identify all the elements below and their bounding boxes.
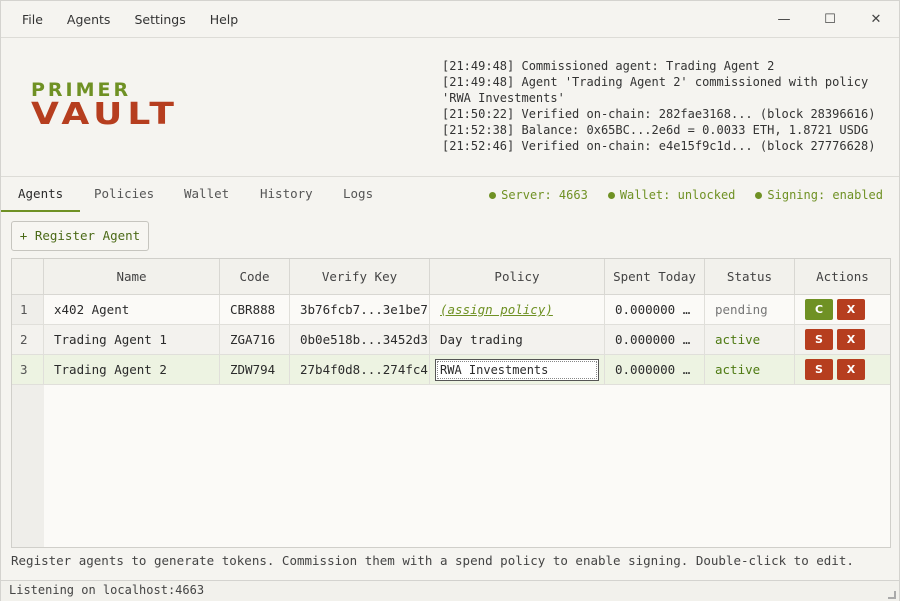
app-window: File Agents Settings Help — ☐ ✕ PRIMER V… bbox=[0, 0, 900, 601]
tab-history[interactable]: History bbox=[243, 178, 330, 212]
status-bar-text: Listening on localhost:4663 bbox=[9, 583, 205, 597]
log-line: 'RWA Investments' bbox=[442, 91, 565, 105]
signing-status-text: Signing: enabled bbox=[767, 188, 883, 202]
actions-cell: SX bbox=[795, 325, 890, 355]
tab-agents[interactable]: Agents bbox=[1, 178, 81, 212]
policy-cell[interactable]: RWA Investments bbox=[430, 355, 605, 385]
spent-today-cell: 0.000000 … bbox=[605, 295, 705, 325]
row-number: 1 bbox=[12, 295, 44, 325]
wallet-status: Wallet: unlocked bbox=[607, 178, 736, 212]
policy-edit-field[interactable]: RWA Investments bbox=[435, 359, 599, 381]
log-line: [21:52:38] Balance: 0x65BC...2e6d = 0.00… bbox=[442, 123, 869, 137]
resize-grip-icon[interactable] bbox=[888, 591, 896, 599]
table-row[interactable]: 3 Trading Agent 2 ZDW794 27b4f0d8...274f… bbox=[12, 355, 890, 385]
menu-help[interactable]: Help bbox=[198, 1, 251, 38]
agent-name-cell[interactable]: Trading Agent 2 bbox=[44, 355, 220, 385]
column-header-policy[interactable]: Policy bbox=[430, 259, 605, 295]
row-number: 3 bbox=[12, 355, 44, 385]
header-corner bbox=[12, 259, 44, 295]
log-line: [21:52:46] Verified on-chain: e4e15f9c1d… bbox=[442, 139, 876, 153]
logo: PRIMER VAULT bbox=[31, 80, 179, 134]
maximize-button[interactable]: ☐ bbox=[807, 1, 853, 38]
log-line: [21:49:48] Commissioned agent: Trading A… bbox=[442, 59, 775, 73]
server-status-text: Server: 4663 bbox=[501, 188, 588, 202]
policy-cell[interactable]: (assign policy) bbox=[430, 295, 605, 325]
suspend-button[interactable]: S bbox=[805, 359, 833, 380]
menu-bar: File Agents Settings Help — ☐ ✕ bbox=[1, 1, 899, 38]
help-text: Register agents to generate tokens. Comm… bbox=[11, 553, 854, 568]
column-header-spent-today[interactable]: Spent Today bbox=[605, 259, 705, 295]
column-header-name[interactable]: Name bbox=[44, 259, 220, 295]
header: PRIMER VAULT [21:49:48] Commissioned age… bbox=[1, 38, 899, 177]
commission-button[interactable]: C bbox=[805, 299, 833, 320]
menu-file[interactable]: File bbox=[10, 1, 55, 38]
column-header-status[interactable]: Status bbox=[705, 259, 795, 295]
assign-policy-link[interactable]: (assign policy) bbox=[440, 302, 553, 317]
agent-code-cell[interactable]: ZGA716 bbox=[220, 325, 290, 355]
minimize-button[interactable]: — bbox=[761, 1, 807, 38]
status-bar: Listening on localhost:4663 bbox=[1, 580, 899, 601]
tab-bar: Agents Policies Wallet History Logs Serv… bbox=[1, 178, 899, 212]
table-row[interactable]: 1 x402 Agent CBR888 3b76fcb7...3e1be7 (a… bbox=[12, 295, 890, 325]
status-cell: active bbox=[705, 355, 795, 385]
delete-button[interactable]: X bbox=[837, 359, 865, 380]
status-dot-icon bbox=[755, 191, 763, 199]
register-agent-button[interactable]: + Register Agent bbox=[11, 221, 149, 251]
verify-key-cell[interactable]: 0b0e518b...3452d3 bbox=[290, 325, 430, 355]
status-cell: active bbox=[705, 325, 795, 355]
log-line: [21:49:48] Agent 'Trading Agent 2' commi… bbox=[442, 75, 869, 89]
activity-log: [21:49:48] Commissioned agent: Trading A… bbox=[442, 58, 892, 154]
menu-agents[interactable]: Agents bbox=[55, 1, 123, 38]
signing-status: Signing: enabled bbox=[755, 178, 883, 212]
spent-today-cell: 0.000000 … bbox=[605, 325, 705, 355]
table-row[interactable]: 2 Trading Agent 1 ZGA716 0b0e518b...3452… bbox=[12, 325, 890, 355]
suspend-button[interactable]: S bbox=[805, 329, 833, 350]
status-dot-icon bbox=[489, 191, 497, 199]
column-header-actions[interactable]: Actions bbox=[795, 259, 890, 295]
close-button[interactable]: ✕ bbox=[853, 1, 899, 38]
tab-wallet[interactable]: Wallet bbox=[167, 178, 246, 212]
agent-code-cell[interactable]: CBR888 bbox=[220, 295, 290, 325]
status-cell: pending bbox=[705, 295, 795, 325]
column-header-code[interactable]: Code bbox=[220, 259, 290, 295]
column-header-verify-key[interactable]: Verify Key bbox=[290, 259, 430, 295]
tab-policies[interactable]: Policies bbox=[77, 178, 171, 212]
table-header: Name Code Verify Key Policy Spent Today … bbox=[12, 259, 890, 295]
tab-logs[interactable]: Logs bbox=[326, 178, 390, 212]
server-status: Server: 4663 bbox=[489, 178, 588, 212]
actions-cell: SX bbox=[795, 355, 890, 385]
agents-table: Name Code Verify Key Policy Spent Today … bbox=[11, 258, 891, 548]
agent-name-cell[interactable]: Trading Agent 1 bbox=[44, 325, 220, 355]
agent-name-cell[interactable]: x402 Agent bbox=[44, 295, 220, 325]
status-indicators: Server: 4663 Wallet: unlocked Signing: e… bbox=[469, 178, 883, 212]
spent-today-cell: 0.000000 … bbox=[605, 355, 705, 385]
menu-settings[interactable]: Settings bbox=[122, 1, 197, 38]
delete-button[interactable]: X bbox=[837, 329, 865, 350]
row-number: 2 bbox=[12, 325, 44, 355]
verify-key-cell[interactable]: 27b4f0d8...274fc4 bbox=[290, 355, 430, 385]
delete-button[interactable]: X bbox=[837, 299, 865, 320]
logo-vault-text: VAULT bbox=[31, 96, 179, 132]
actions-cell: CX bbox=[795, 295, 890, 325]
log-line: [21:50:22] Verified on-chain: 282fae3168… bbox=[442, 107, 876, 121]
verify-key-cell[interactable]: 3b76fcb7...3e1be7 bbox=[290, 295, 430, 325]
wallet-status-text: Wallet: unlocked bbox=[619, 188, 736, 202]
status-dot-icon bbox=[607, 191, 615, 199]
policy-cell[interactable]: Day trading bbox=[430, 325, 605, 355]
window-controls: — ☐ ✕ bbox=[761, 1, 899, 38]
agent-code-cell[interactable]: ZDW794 bbox=[220, 355, 290, 385]
